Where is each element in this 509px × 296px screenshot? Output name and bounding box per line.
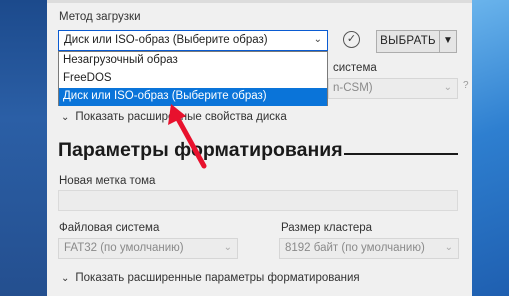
filesystem-label: Файловая система xyxy=(59,222,160,234)
rufus-window: Метод загрузки Диск или ISO-образ (Выбер… xyxy=(47,0,472,296)
chevron-down-icon: ⌄ xyxy=(223,242,232,253)
select-button-label[interactable]: ВЫБРАТЬ xyxy=(377,31,439,52)
desktop-background-left xyxy=(0,0,47,296)
cluster-size-select[interactable]: 8192 байт (по умолчанию) ⌄ xyxy=(279,238,459,259)
boot-method-value: Диск или ISO-образ (Выберите образ) xyxy=(64,34,268,46)
volume-label-caption: Новая метка тома xyxy=(59,175,156,187)
format-section-title: Параметры форматирования xyxy=(58,139,343,161)
help-icon[interactable]: ? xyxy=(463,80,469,91)
cluster-size-label: Размер кластера xyxy=(281,222,373,234)
volume-label-input[interactable] xyxy=(58,190,458,211)
chevron-down-icon[interactable]: ▼ xyxy=(439,31,456,52)
target-system-label: система xyxy=(333,62,377,74)
boot-method-dropdown[interactable]: Незагрузочный образ FreeDOS Диск или ISO… xyxy=(58,51,328,106)
check-circle-icon[interactable]: ✓ xyxy=(343,31,360,48)
format-advanced-label: Показать расширенные параметры форматиро… xyxy=(75,272,360,284)
boot-method-label: Метод загрузки xyxy=(59,11,141,23)
disk-advanced-label: Показать расширенные свойства диска xyxy=(75,111,287,123)
dropdown-option-freedos[interactable]: FreeDOS xyxy=(59,70,327,88)
dropdown-option-iso-image[interactable]: Диск или ISO-образ (Выберите образ) xyxy=(59,88,327,106)
dropdown-option-non-bootable[interactable]: Незагрузочный образ xyxy=(59,52,327,70)
target-system-select[interactable]: n-CSM) ⌄ xyxy=(328,78,458,99)
filesystem-value: FAT32 (по умолчанию) xyxy=(64,242,184,254)
chevron-down-icon: ⌄ xyxy=(444,242,453,253)
target-system-value: n-CSM) xyxy=(333,82,373,94)
filesystem-select[interactable]: FAT32 (по умолчанию) ⌄ xyxy=(58,238,238,259)
format-advanced-toggle[interactable]: ⌄ Показать расширенные параметры форматир… xyxy=(61,272,360,284)
chevron-down-icon: ⌄ xyxy=(313,34,322,45)
cluster-size-value: 8192 байт (по умолчанию) xyxy=(285,242,425,254)
section-divider xyxy=(344,153,458,155)
window-top-edge xyxy=(47,0,472,3)
chevron-down-icon: ⌄ xyxy=(61,112,70,123)
disk-advanced-toggle[interactable]: ⌄ Показать расширенные свойства диска xyxy=(61,111,287,123)
chevron-down-icon: ⌄ xyxy=(443,82,452,93)
select-image-button[interactable]: ВЫБРАТЬ ▼ xyxy=(376,30,457,53)
boot-method-select[interactable]: Диск или ISO-образ (Выберите образ) ⌄ xyxy=(58,30,328,51)
chevron-down-icon: ⌄ xyxy=(61,273,70,284)
desktop-background-right xyxy=(472,0,509,296)
